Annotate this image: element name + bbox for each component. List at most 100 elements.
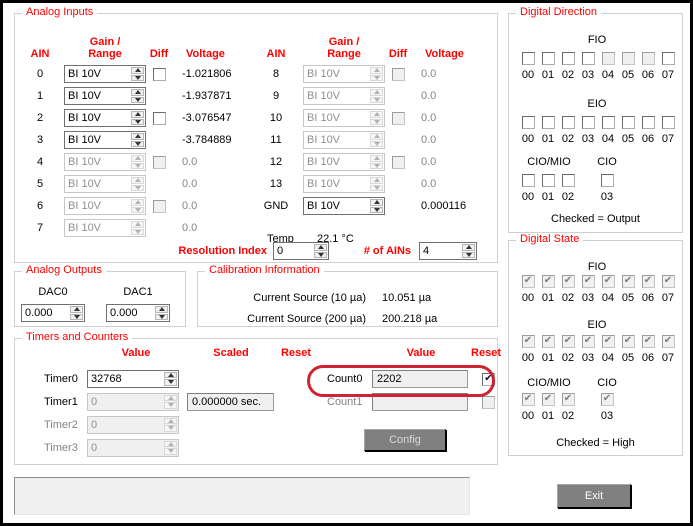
spinner-up-button[interactable]: [164, 372, 177, 379]
dio-state-checkbox[interactable]: [562, 275, 575, 288]
spinner-down-button[interactable]: [164, 448, 177, 455]
dio-state-checkbox[interactable]: [622, 275, 635, 288]
dio-state-checkbox[interactable]: [622, 335, 635, 348]
dio-state-checkbox[interactable]: [602, 275, 615, 288]
dio-direction-checkbox[interactable]: [602, 52, 615, 65]
dio-state-checkbox[interactable]: [662, 275, 675, 288]
spinner-up-button[interactable]: [131, 133, 144, 140]
counter-value-textbox[interactable]: [372, 393, 468, 411]
diff-checkbox[interactable]: [153, 68, 166, 81]
num-ains-spinner[interactable]: 4: [419, 242, 477, 260]
dio-state-checkbox[interactable]: [522, 275, 535, 288]
spinner-up-button[interactable]: [131, 199, 144, 206]
spinner-up-button[interactable]: [131, 221, 144, 228]
gain-range-spinner[interactable]: BI 10V: [64, 175, 146, 193]
spinner-up-button[interactable]: [370, 133, 383, 140]
timer-value-spinner[interactable]: 0: [87, 439, 179, 457]
spinner-down-button[interactable]: [370, 163, 383, 170]
dio-state-checkbox[interactable]: [542, 393, 555, 406]
diff-checkbox[interactable]: [392, 112, 405, 125]
gain-range-spinner[interactable]: BI 10V: [303, 175, 385, 193]
spinner-up-button[interactable]: [164, 395, 177, 402]
config-button[interactable]: Config: [364, 429, 446, 451]
spinner-down-button[interactable]: [70, 314, 83, 321]
spinner-down-button[interactable]: [131, 97, 144, 104]
dio-state-checkbox[interactable]: [601, 393, 614, 406]
dio-direction-checkbox[interactable]: [562, 174, 575, 187]
counter-reset-checkbox[interactable]: [482, 396, 495, 409]
spinner-down-button[interactable]: [370, 185, 383, 192]
dio-state-checkbox[interactable]: [562, 393, 575, 406]
gain-range-spinner[interactable]: BI 10V: [303, 87, 385, 105]
gain-range-spinner[interactable]: BI 10V: [64, 219, 146, 237]
timer-scaled-textbox[interactable]: 0.000000 sec.: [187, 393, 274, 411]
gain-range-spinner[interactable]: BI 10V: [303, 197, 385, 215]
dac0-spinner[interactable]: 0.000: [21, 304, 85, 322]
spinner-up-button[interactable]: [462, 244, 475, 251]
spinner-up-button[interactable]: [314, 244, 327, 251]
dio-direction-checkbox[interactable]: [602, 116, 615, 129]
dio-direction-checkbox[interactable]: [562, 116, 575, 129]
dio-direction-checkbox[interactable]: [542, 174, 555, 187]
exit-button[interactable]: Exit: [557, 484, 631, 508]
dio-direction-checkbox[interactable]: [542, 52, 555, 65]
diff-checkbox[interactable]: [392, 68, 405, 81]
diff-checkbox[interactable]: [153, 112, 166, 125]
dio-direction-checkbox[interactable]: [642, 116, 655, 129]
spinner-down-button[interactable]: [131, 207, 144, 214]
dio-direction-checkbox[interactable]: [542, 116, 555, 129]
spinner-down-button[interactable]: [370, 75, 383, 82]
gain-range-spinner[interactable]: BI 10V: [64, 131, 146, 149]
gain-range-spinner[interactable]: BI 10V: [64, 197, 146, 215]
spinner-up-button[interactable]: [370, 199, 383, 206]
spinner-down-button[interactable]: [370, 97, 383, 104]
spinner-down-button[interactable]: [131, 163, 144, 170]
gain-range-spinner[interactable]: BI 10V: [303, 109, 385, 127]
dio-state-checkbox[interactable]: [642, 335, 655, 348]
dio-state-checkbox[interactable]: [662, 335, 675, 348]
spinner-up-button[interactable]: [131, 155, 144, 162]
dac1-spinner[interactable]: 0.000: [106, 304, 170, 322]
dio-direction-checkbox[interactable]: [662, 116, 675, 129]
resolution-index-spinner[interactable]: 0: [273, 242, 329, 260]
dio-direction-checkbox[interactable]: [601, 174, 614, 187]
gain-range-spinner[interactable]: BI 10V: [64, 109, 146, 127]
diff-checkbox[interactable]: [153, 200, 166, 213]
spinner-down-button[interactable]: [314, 252, 327, 259]
dio-direction-checkbox[interactable]: [522, 174, 535, 187]
dio-state-checkbox[interactable]: [522, 335, 535, 348]
diff-checkbox[interactable]: [392, 156, 405, 169]
dio-state-checkbox[interactable]: [522, 393, 535, 406]
counter-value-textbox[interactable]: 2202: [372, 370, 468, 388]
spinner-up-button[interactable]: [131, 177, 144, 184]
dio-direction-checkbox[interactable]: [582, 52, 595, 65]
dio-direction-checkbox[interactable]: [522, 52, 535, 65]
spinner-up-button[interactable]: [370, 67, 383, 74]
dio-direction-checkbox[interactable]: [662, 52, 675, 65]
dio-direction-checkbox[interactable]: [582, 116, 595, 129]
gain-range-spinner[interactable]: BI 10V: [64, 87, 146, 105]
gain-range-spinner[interactable]: BI 10V: [303, 131, 385, 149]
spinner-up-button[interactable]: [164, 441, 177, 448]
dio-direction-checkbox[interactable]: [642, 52, 655, 65]
spinner-down-button[interactable]: [131, 141, 144, 148]
timer-value-spinner[interactable]: 32768: [87, 370, 179, 388]
spinner-up-button[interactable]: [131, 67, 144, 74]
dio-state-checkbox[interactable]: [582, 275, 595, 288]
dio-state-checkbox[interactable]: [642, 275, 655, 288]
spinner-up-button[interactable]: [131, 111, 144, 118]
dio-state-checkbox[interactable]: [542, 275, 555, 288]
gain-range-spinner[interactable]: BI 10V: [64, 153, 146, 171]
timer-value-spinner[interactable]: 0: [87, 393, 179, 411]
gain-range-spinner[interactable]: BI 10V: [303, 65, 385, 83]
spinner-up-button[interactable]: [131, 89, 144, 96]
dio-direction-checkbox[interactable]: [522, 116, 535, 129]
dio-direction-checkbox[interactable]: [562, 52, 575, 65]
spinner-down-button[interactable]: [370, 119, 383, 126]
spinner-down-button[interactable]: [164, 379, 177, 386]
dio-state-checkbox[interactable]: [582, 335, 595, 348]
diff-checkbox[interactable]: [153, 156, 166, 169]
spinner-down-button[interactable]: [462, 252, 475, 259]
spinner-down-button[interactable]: [370, 207, 383, 214]
counter-reset-checkbox[interactable]: [482, 373, 495, 386]
